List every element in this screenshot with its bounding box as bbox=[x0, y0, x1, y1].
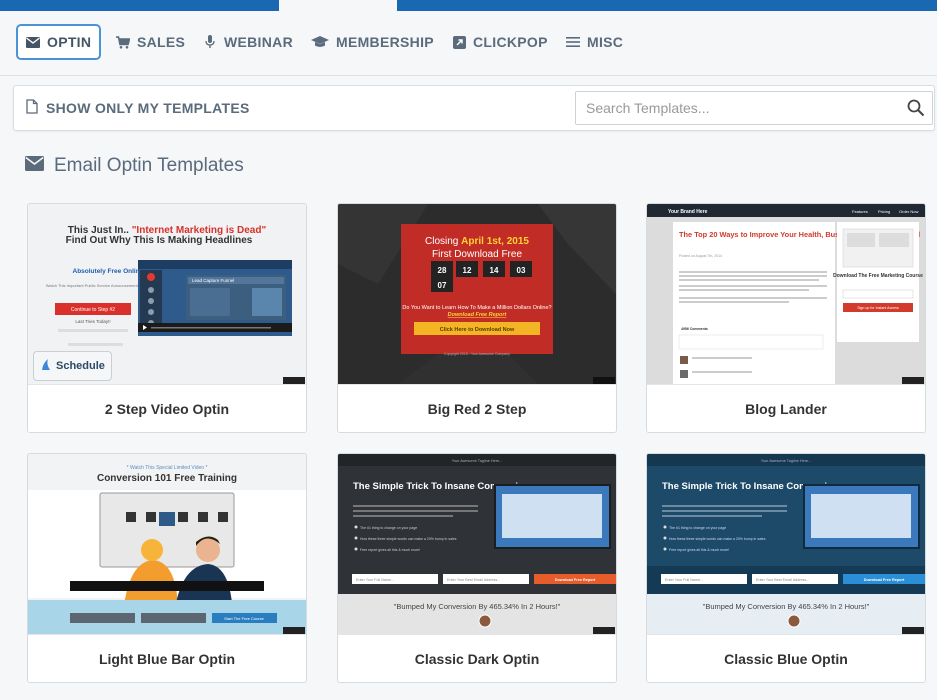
preview-bullet: How these three simple words can make a … bbox=[669, 537, 766, 541]
filter-bar: SHOW ONLY MY TEMPLATES bbox=[13, 85, 935, 131]
countdown-value: 14 bbox=[490, 266, 499, 275]
preview-button: Download Free Report bbox=[864, 578, 905, 582]
schedule-button[interactable]: Schedule bbox=[33, 351, 112, 381]
preview-quote: "Bumped My Conversion By 465.34% In 2 Ho… bbox=[394, 602, 561, 611]
file-icon bbox=[26, 99, 38, 117]
template-card-classic-dark-optin[interactable]: Your Awesome Tagline Here... The Simple … bbox=[337, 453, 617, 683]
preview-bullet: The #1 thing to change on your page bbox=[360, 526, 417, 530]
preview-line1-date: April 1st, 2015 bbox=[461, 236, 529, 247]
template-name: Big Red 2 Step bbox=[338, 384, 616, 432]
preview-button: Download Free Report bbox=[555, 578, 596, 582]
preview-brand: Your Brand Here bbox=[668, 209, 708, 215]
template-name: Blog Lander bbox=[647, 384, 925, 432]
tab-optin[interactable]: OPTIN bbox=[16, 24, 102, 60]
preview-line2: First Download Free bbox=[432, 249, 522, 260]
preview-question-link: Download Free Report bbox=[448, 312, 508, 318]
preview-question: Do You Want to Learn How To Make a Milli… bbox=[402, 305, 551, 311]
graduation-cap-icon bbox=[311, 35, 329, 49]
search-input[interactable] bbox=[576, 92, 896, 124]
tab-label: OPTIN bbox=[47, 34, 92, 50]
template-preview: Your Awesome Tagline Here... The Simple … bbox=[338, 454, 616, 634]
preview-player-title: Lead Capture Funnel bbox=[192, 278, 234, 283]
cart-icon bbox=[116, 35, 130, 49]
tab-label: SALES bbox=[137, 34, 186, 50]
schedule-label: Schedule bbox=[56, 360, 105, 372]
preview-nav: Pricing bbox=[878, 209, 890, 214]
template-card-2-step-video-optin[interactable]: This Just In.. "Internet Marketing is De… bbox=[27, 203, 307, 433]
template-preview: This Just In.. "Internet Marketing is De… bbox=[28, 204, 306, 384]
external-link-icon bbox=[452, 35, 466, 49]
show-only-label: SHOW ONLY MY TEMPLATES bbox=[46, 100, 250, 116]
preview-tagline: Your Awesome Tagline Here... bbox=[761, 459, 812, 463]
template-card-light-blue-bar-optin[interactable]: * Watch This Special Limited Video * Con… bbox=[27, 453, 307, 683]
preview-quote: "Bumped My Conversion By 465.34% In 2 Ho… bbox=[703, 602, 870, 611]
search-icon[interactable] bbox=[907, 99, 925, 117]
template-name: Classic Dark Optin bbox=[338, 634, 616, 682]
microphone-icon bbox=[203, 35, 217, 49]
template-card-classic-blue-optin[interactable]: Your Awesome Tagline Here... The Simple … bbox=[646, 453, 926, 683]
tab-misc[interactable]: MISC bbox=[566, 24, 623, 60]
preview-side-title: Download The Free Marketing Course bbox=[833, 273, 923, 279]
tab-label: CLICKPOP bbox=[473, 34, 548, 50]
preview-nav: Features bbox=[852, 209, 868, 214]
preview-bullet: Free report gives all this & much more! bbox=[360, 548, 420, 552]
preview-line1: Closing bbox=[425, 236, 461, 247]
tab-label: MISC bbox=[587, 34, 624, 50]
template-preview: Closing April 1st, 2015 First Download F… bbox=[338, 204, 616, 384]
template-card-blog-lander[interactable]: Your Brand Here Features Pricing Order N… bbox=[646, 203, 926, 433]
template-name: 2 Step Video Optin bbox=[28, 384, 306, 432]
svg-text:Closing April 1st, 2015: Closing April 1st, 2015 bbox=[425, 236, 529, 247]
preview-bullet: How these three simple words can make a … bbox=[360, 537, 457, 541]
template-preview: Your Brand Here Features Pricing Order N… bbox=[647, 204, 925, 384]
preview-name-placeholder: Enter Your Full Name... bbox=[665, 578, 703, 582]
template-preview: Your Awesome Tagline Here... The Simple … bbox=[647, 454, 925, 634]
section-title: Email Optin Templates bbox=[54, 155, 244, 176]
top-bar-gap bbox=[279, 0, 397, 11]
envelope-icon bbox=[25, 155, 44, 177]
preview-side-button: Continue to Step #2 bbox=[71, 307, 115, 313]
preview-tagline: Your Awesome Tagline Here... bbox=[452, 459, 503, 463]
preview-nav: Order Now bbox=[899, 209, 918, 214]
preview-subheadline: Find Out Why This Is Making Headlines bbox=[66, 235, 253, 246]
top-bar bbox=[0, 0, 937, 11]
tab-label: WEBINAR bbox=[224, 34, 293, 50]
preview-footer: Copyright 2015 - Your Awesome Company bbox=[444, 352, 510, 356]
preview-comments: 4956 Comments bbox=[681, 327, 708, 331]
search-box bbox=[575, 91, 933, 125]
tab-clickpop[interactable]: CLICKPOP bbox=[452, 24, 548, 60]
preview-title: Conversion 101 Free Training bbox=[97, 473, 237, 484]
tab-label: MEMBERSHIP bbox=[336, 34, 434, 50]
countdown-value: 07 bbox=[438, 281, 447, 290]
template-name: Classic Blue Optin bbox=[647, 634, 925, 682]
show-only-my-templates-toggle[interactable]: SHOW ONLY MY TEMPLATES bbox=[26, 99, 250, 117]
preview-kicker: * Watch This Special Limited Video * bbox=[127, 465, 208, 471]
fin-icon bbox=[40, 358, 52, 374]
tab-membership[interactable]: MEMBERSHIP bbox=[311, 24, 434, 60]
countdown-value: 12 bbox=[463, 266, 472, 275]
preview-bullet: Free report gives all this & much more! bbox=[669, 548, 729, 552]
preview-side-button: Sign up for Instant Access bbox=[857, 306, 899, 310]
preview-email-placeholder: Enter Your Best Email Address... bbox=[447, 578, 500, 582]
preview-name-placeholder: Enter Your Full Name... bbox=[356, 578, 394, 582]
preview-bar-button: Start The Free Course bbox=[224, 616, 264, 621]
envelope-icon bbox=[26, 35, 40, 49]
countdown-value: 28 bbox=[438, 266, 447, 275]
preview-side-link: Last Tries Today!! bbox=[75, 319, 110, 324]
tab-webinar[interactable]: WEBINAR bbox=[203, 24, 293, 60]
template-name: Light Blue Bar Optin bbox=[28, 634, 306, 682]
preview-bullet: The #1 thing to change on your page bbox=[669, 526, 726, 530]
menu-icon bbox=[566, 35, 580, 49]
section-heading: Email Optin Templates bbox=[25, 155, 244, 177]
countdown-value: 03 bbox=[517, 266, 526, 275]
template-preview: * Watch This Special Limited Video * Con… bbox=[28, 454, 306, 634]
preview-button: Click Here to Download Now bbox=[440, 327, 515, 333]
preview-email-placeholder: Enter Your Best Email Address... bbox=[756, 578, 809, 582]
preview-date: Posted on August 7th, 2014 bbox=[679, 254, 722, 258]
template-card-big-red-2-step[interactable]: Closing April 1st, 2015 First Download F… bbox=[337, 203, 617, 433]
tab-sales[interactable]: SALES bbox=[116, 24, 185, 60]
category-tabs: OPTIN SALES WEBINAR MEMBERSHIP CLICKPOP … bbox=[0, 11, 937, 76]
